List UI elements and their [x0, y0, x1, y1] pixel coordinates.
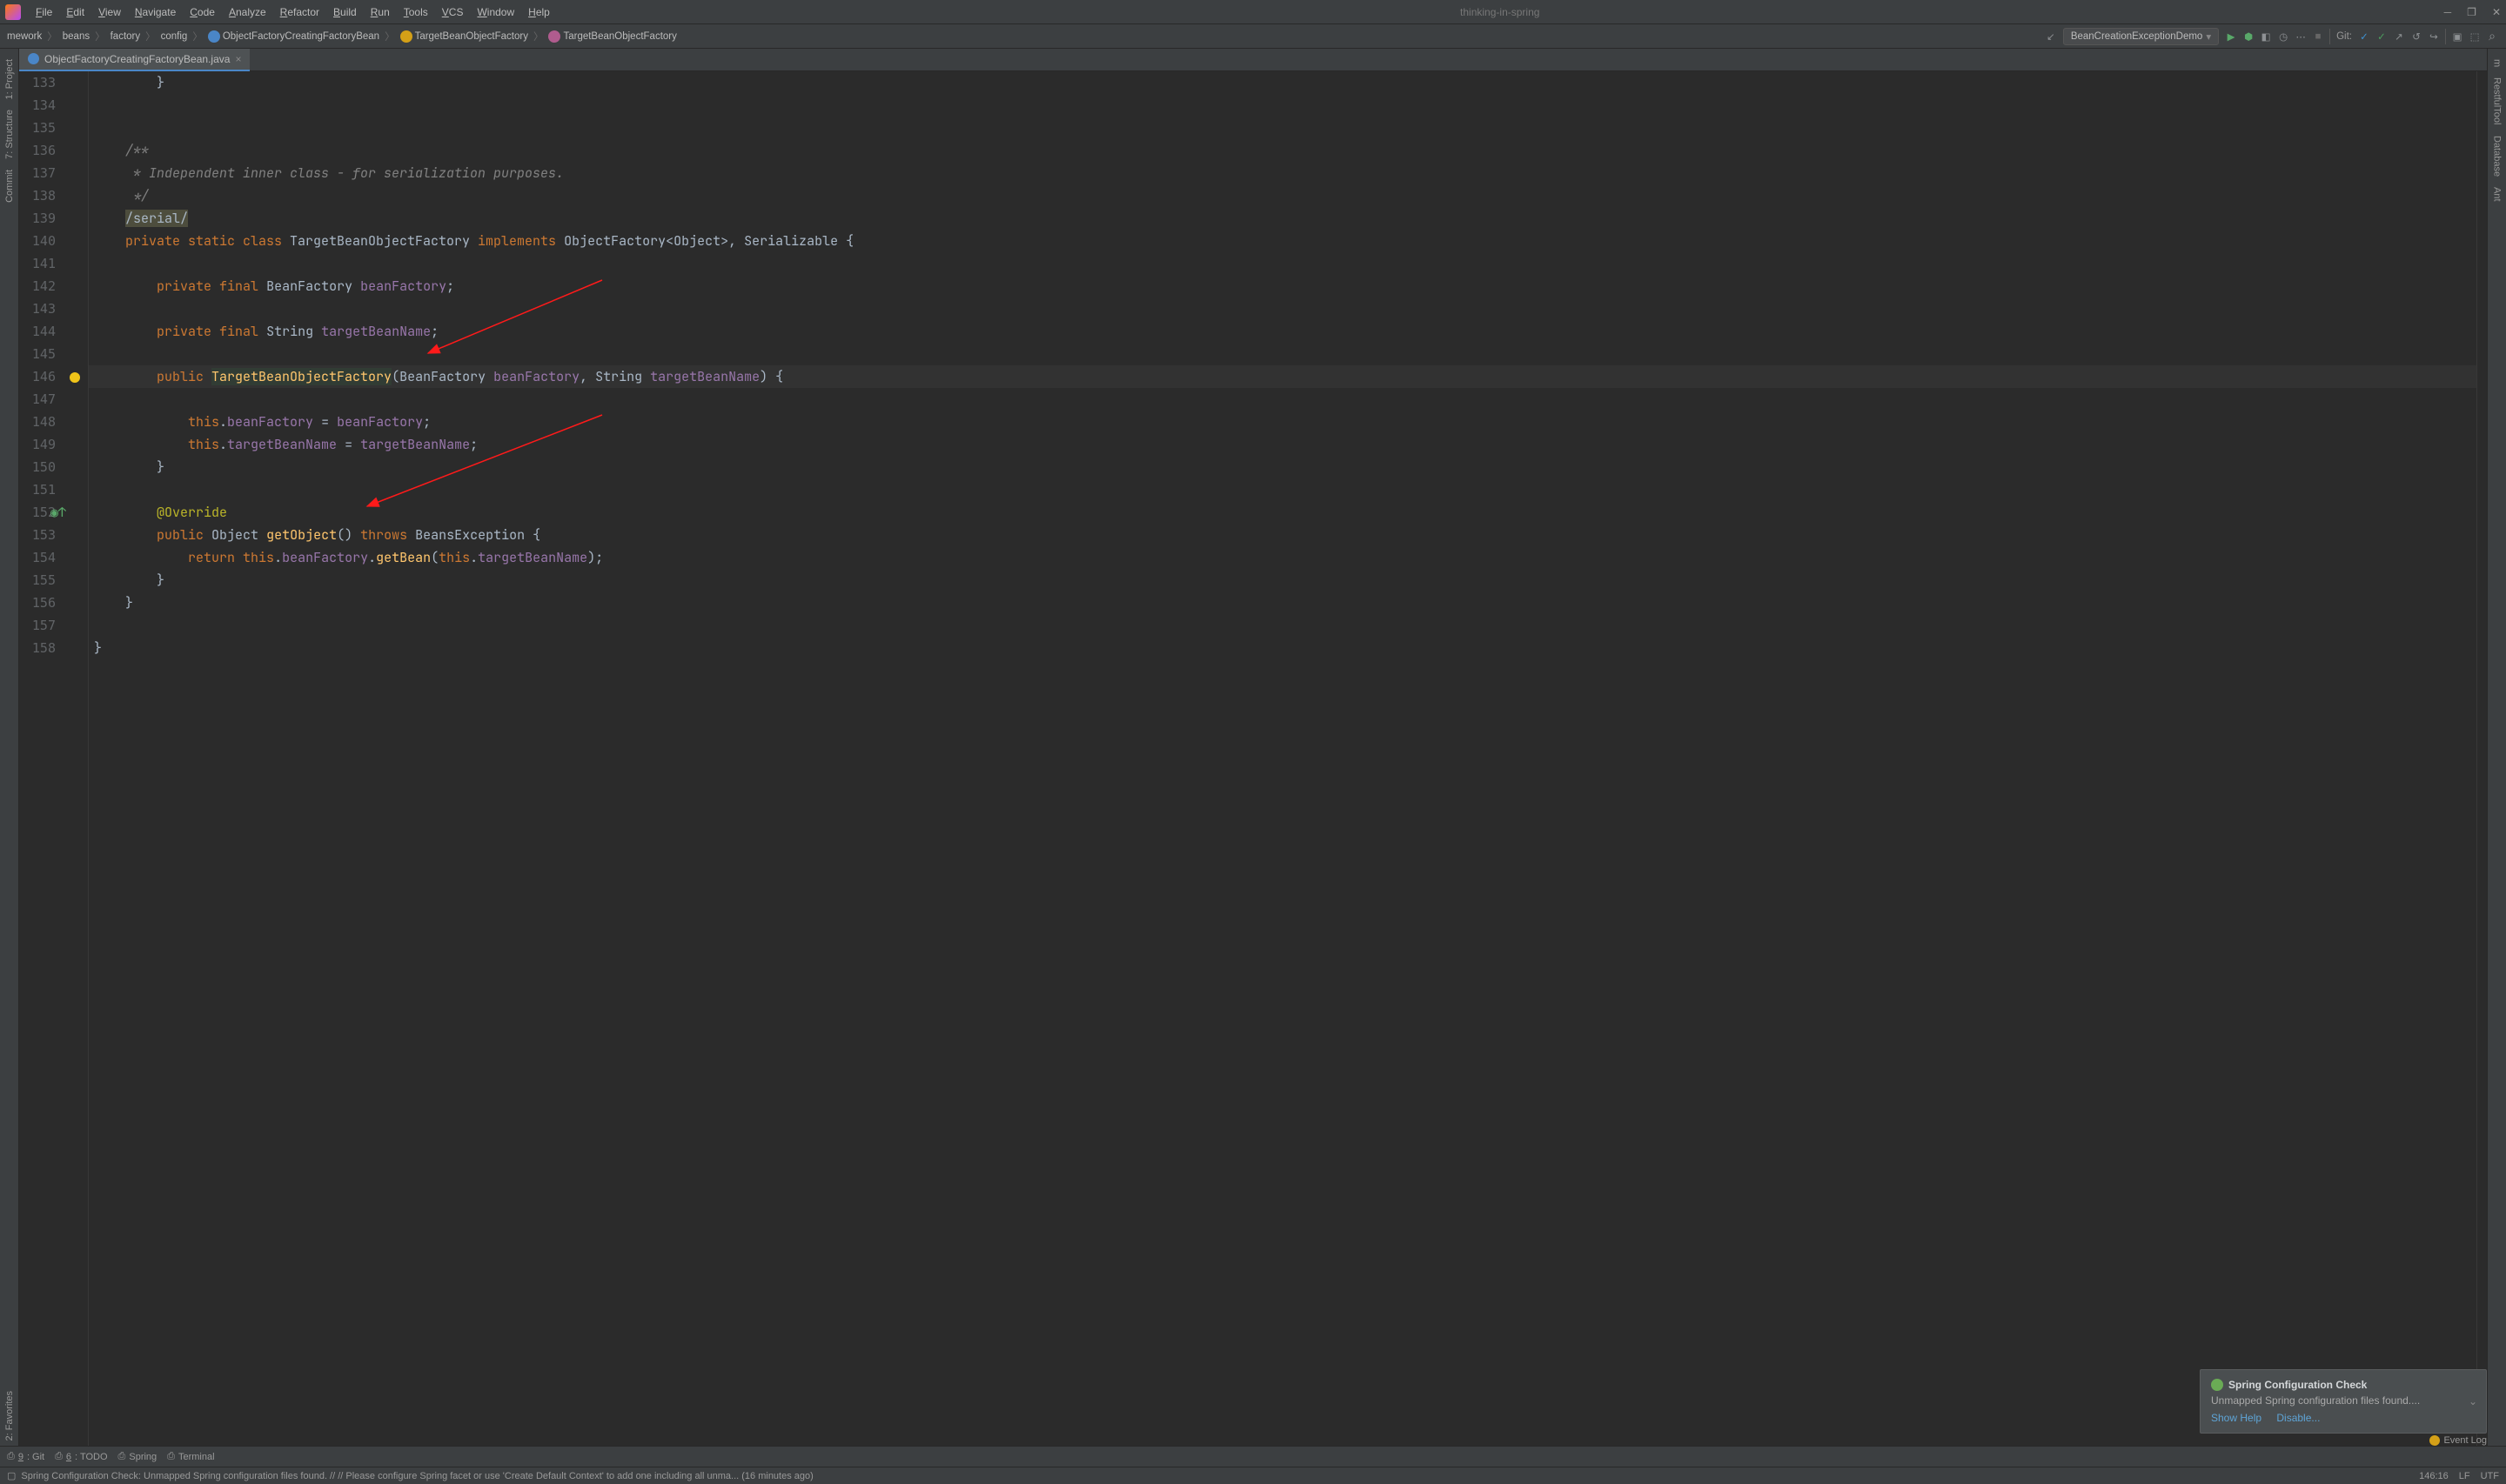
menu-build[interactable]: Build: [327, 3, 363, 21]
breadcrumb-item[interactable]: beans: [61, 30, 91, 43]
menu-run[interactable]: Run: [365, 3, 396, 21]
menu-tools[interactable]: Tools: [398, 3, 434, 21]
breadcrumb-item[interactable]: factory: [109, 30, 143, 43]
tool-7-structure[interactable]: 7: Structure: [3, 104, 17, 164]
revert-icon[interactable]: ↪: [2425, 28, 2442, 45]
run-config-name: BeanCreationExceptionDemo: [2071, 31, 2203, 42]
search-icon[interactable]: ⌕: [2483, 28, 2501, 45]
error-stripe[interactable]: [2476, 71, 2487, 1446]
caret-position[interactable]: 146:16: [2419, 1471, 2449, 1481]
notification-popup: Spring Configuration Check Unmapped Spri…: [2200, 1369, 2487, 1434]
m-icon: [548, 30, 560, 43]
title-bar: FileEditViewNavigateCodeAnalyzeRefactorB…: [0, 0, 2506, 24]
disable-link[interactable]: Disable...: [2276, 1412, 2320, 1424]
app-icon: [5, 4, 21, 20]
breadcrumb-item[interactable]: config: [159, 30, 190, 43]
editor-tab[interactable]: ObjectFactoryCreatingFactoryBean.java ×: [19, 49, 250, 71]
coverage-button[interactable]: ◧: [2257, 28, 2275, 45]
window-controls: ─ ❐ ✕: [2444, 6, 2501, 18]
status-bar: ▢ Spring Configuration Check: Unmapped S…: [0, 1467, 2506, 1484]
menu-refactor[interactable]: Refactor: [274, 3, 325, 21]
breadcrumb-item[interactable]: ObjectFactoryCreatingFactoryBean: [206, 29, 381, 44]
notification-title: Spring Configuration Check: [2228, 1379, 2367, 1391]
profile-button[interactable]: ◷: [2275, 28, 2292, 45]
breadcrumb-item[interactable]: TargetBeanObjectFactory: [399, 29, 530, 44]
code-text[interactable]: } /** * Independent inner class - for se…: [89, 71, 2476, 1446]
run-button[interactable]: ▶: [2222, 28, 2240, 45]
status-message: Spring Configuration Check: Unmapped Spr…: [21, 1471, 2419, 1481]
main-layout: 1: Project7: StructureCommit 2: Favorites…: [0, 49, 2506, 1446]
right-tool-strip: mRestfulToolDatabaseAnt: [2487, 49, 2506, 1446]
tool-1-project[interactable]: 1: Project: [3, 54, 17, 104]
git-label: Git:: [2336, 31, 2352, 42]
menu-vcs[interactable]: VCS: [436, 3, 470, 21]
menu-window[interactable]: Window: [471, 3, 520, 21]
left-tool-strip: 1: Project7: StructureCommit 2: Favorites: [0, 49, 19, 1446]
maximize-icon[interactable]: ❐: [2467, 6, 2476, 18]
bottom-tab-terminal[interactable]: ⎙ Terminal: [167, 1451, 214, 1462]
stop-button[interactable]: ■: [2309, 28, 2327, 45]
spring-icon: [2211, 1379, 2223, 1391]
show-help-link[interactable]: Show Help: [2211, 1412, 2261, 1424]
breadcrumb-item[interactable]: TargetBeanObjectFactory: [546, 29, 678, 44]
t-icon: [400, 30, 412, 43]
commit-icon[interactable]: ✓: [2373, 28, 2390, 45]
close-tab-icon[interactable]: ×: [235, 53, 241, 65]
tab-label: ObjectFactoryCreatingFactoryBean.java: [44, 53, 230, 65]
chevron-down-icon: ▾: [2206, 30, 2211, 43]
navigation-bar: mework〉beans〉factory〉config〉ObjectFactor…: [0, 24, 2506, 49]
line-separator[interactable]: LF: [2459, 1471, 2470, 1481]
search-everywhere-icon[interactable]: ▣: [2449, 28, 2466, 45]
tool-m[interactable]: m: [2490, 54, 2504, 72]
debug-button[interactable]: ⬢: [2240, 28, 2257, 45]
expand-icon[interactable]: ⌄: [2469, 1395, 2477, 1407]
bottom-tab-todo[interactable]: ⎙ 6: TODO: [55, 1451, 107, 1462]
breadcrumb-item[interactable]: mework: [5, 30, 44, 43]
minimize-icon[interactable]: ─: [2444, 6, 2452, 18]
warning-icon: [2429, 1435, 2440, 1446]
menu-help[interactable]: Help: [522, 3, 556, 21]
tool-restfultool[interactable]: RestfulTool: [2490, 72, 2504, 130]
menu-navigate[interactable]: Navigate: [129, 3, 182, 21]
menu-view[interactable]: View: [92, 3, 127, 21]
update-project-icon[interactable]: ✓: [2355, 28, 2373, 45]
tool-2-favorites[interactable]: 2: Favorites: [3, 1386, 17, 1446]
c-icon: [208, 30, 220, 43]
editor-tabs: ObjectFactoryCreatingFactoryBean.java ×: [19, 49, 2487, 71]
bottom-tool-tabs: ⎙ 9: Git ⎙ 6: TODO ⎙ Spring ⎙ Terminal: [0, 1446, 2506, 1467]
tool-database[interactable]: Database: [2490, 130, 2504, 182]
event-log-button[interactable]: Event Log: [2429, 1435, 2487, 1446]
push-icon[interactable]: ↗: [2390, 28, 2408, 45]
tool-commit[interactable]: Commit: [3, 164, 17, 208]
line-numbers: 1331341351361371381391401411421431441451…: [19, 71, 63, 1446]
class-icon: [28, 53, 39, 64]
gutter-icons: ◉↑: [63, 71, 89, 1446]
menu-edit[interactable]: Edit: [60, 3, 90, 21]
tool-ant[interactable]: Ant: [2490, 182, 2504, 207]
menu-file[interactable]: File: [30, 3, 58, 21]
close-icon[interactable]: ✕: [2492, 6, 2501, 18]
intention-bulb-icon[interactable]: [70, 372, 80, 383]
code-editor[interactable]: 1331341351361371381391401411421431441451…: [19, 71, 2487, 1446]
menu-analyze[interactable]: Analyze: [223, 3, 272, 21]
notification-body: Unmapped Spring configuration files foun…: [2211, 1394, 2476, 1407]
status-icon[interactable]: ▢: [7, 1470, 16, 1481]
project-title: thinking-in-spring: [556, 6, 2444, 18]
menu-bar: FileEditViewNavigateCodeAnalyzeRefactorB…: [30, 3, 556, 21]
editor-area: ObjectFactoryCreatingFactoryBean.java × …: [19, 49, 2487, 1446]
breadcrumb: mework〉beans〉factory〉config〉ObjectFactor…: [5, 29, 2042, 44]
bottom-tab-spring[interactable]: ⎙ Spring: [118, 1451, 157, 1462]
bottom-tab-git[interactable]: ⎙ 9: Git: [7, 1451, 44, 1462]
file-encoding[interactable]: UTF: [2481, 1471, 2499, 1481]
run-config-selector[interactable]: BeanCreationExceptionDemo ▾: [2063, 28, 2219, 45]
target-icon[interactable]: ↙: [2042, 28, 2060, 45]
history-icon[interactable]: ↺: [2408, 28, 2425, 45]
override-marker[interactable]: ◉↑: [50, 501, 66, 524]
ide-settings-icon[interactable]: ⬚: [2466, 28, 2483, 45]
attach-button[interactable]: ⋯: [2292, 28, 2309, 45]
menu-code[interactable]: Code: [184, 3, 221, 21]
